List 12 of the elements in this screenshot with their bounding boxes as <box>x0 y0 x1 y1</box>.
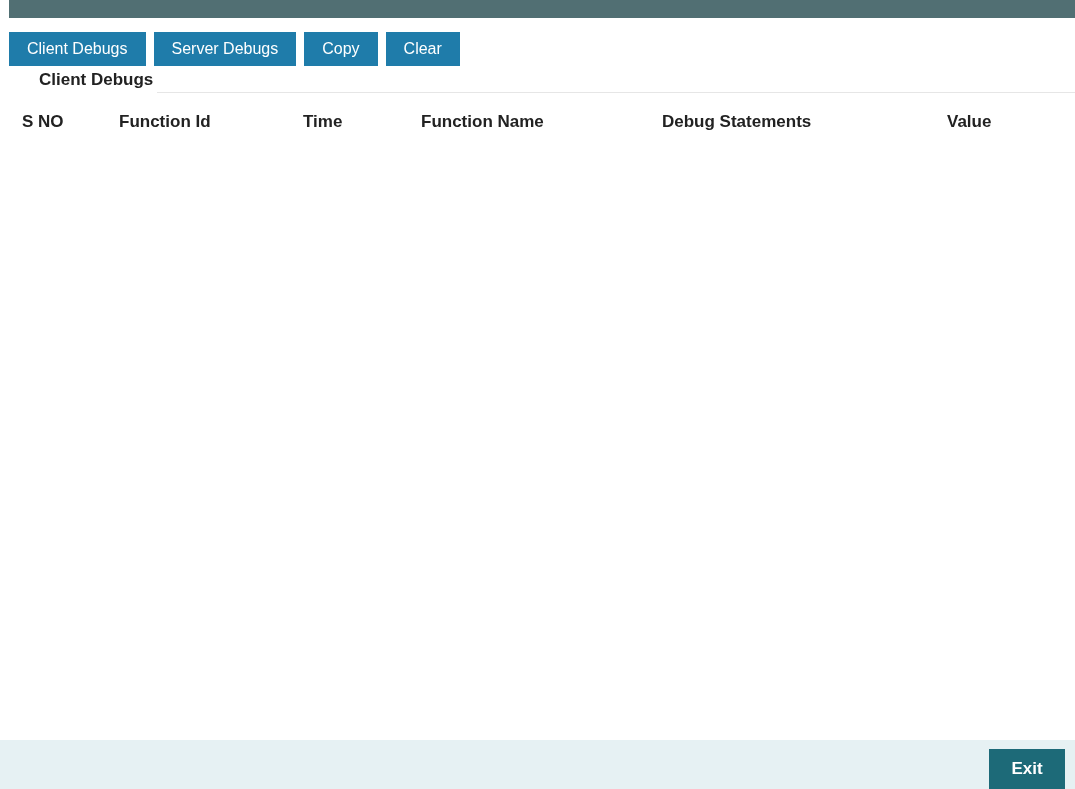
column-header: S NO <box>22 112 65 132</box>
column-header: Value <box>947 112 993 132</box>
column-header: Time <box>303 112 344 132</box>
column-header: Debug Statements <box>662 112 813 132</box>
toolbar-button[interactable]: Server Debugs <box>153 32 297 66</box>
toolbar-button[interactable]: Clear <box>385 32 460 66</box>
exit-button[interactable]: Exit <box>989 749 1065 789</box>
toolbar-button[interactable]: Client Debugs <box>9 32 146 66</box>
column-header: Function Name <box>421 112 545 132</box>
column-header: Function Id <box>119 112 212 132</box>
section-title: Client Debugs <box>39 70 155 90</box>
toolbar-button[interactable]: Copy <box>304 32 378 66</box>
